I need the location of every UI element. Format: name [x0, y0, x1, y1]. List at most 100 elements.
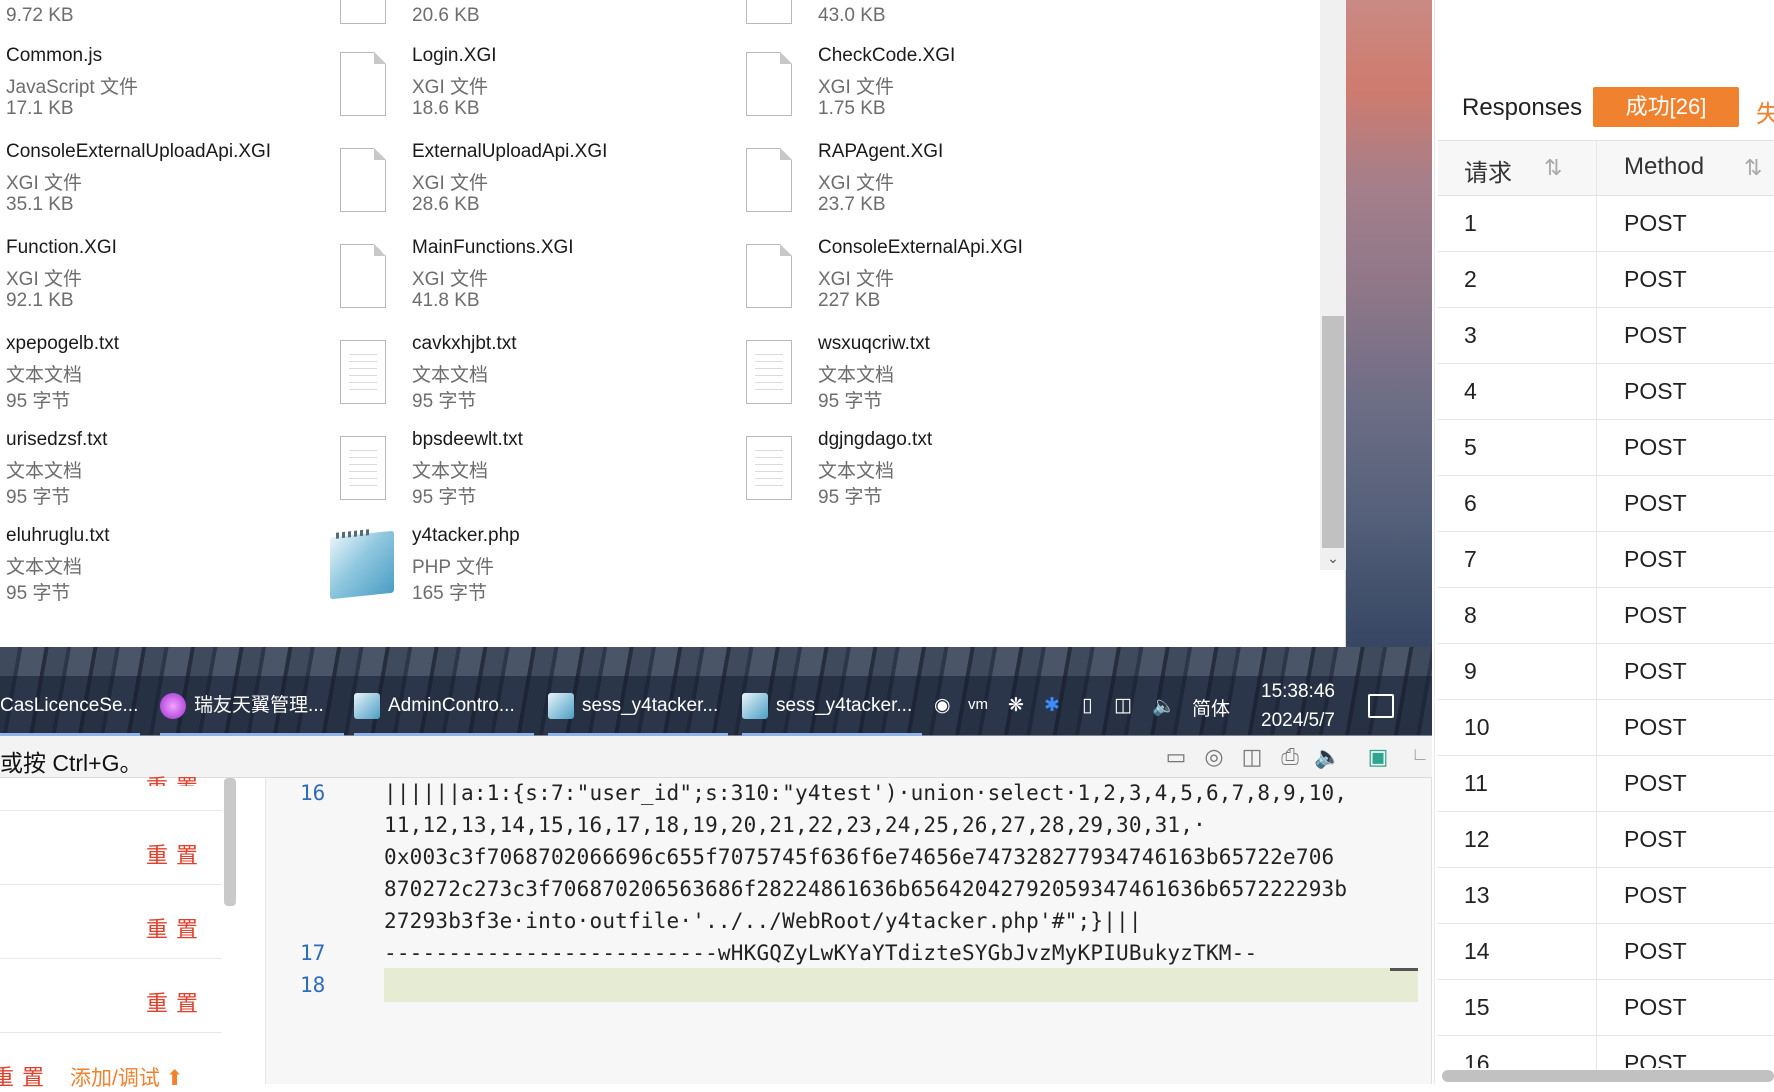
- taskbar-app-sess-1[interactable]: sess_y4tacker...: [548, 676, 728, 736]
- file-name: Function.XGI: [6, 237, 117, 258]
- file-item-dgjngdago-txt[interactable]: dgjngdago.txt 文本文档 95 字节: [818, 429, 1198, 519]
- file-item-cavkxhjbt-txt[interactable]: cavkxhjbt.txt 文本文档 95 字节: [412, 333, 792, 423]
- file-item-bpsdeewlt-txt[interactable]: bpsdeewlt.txt 文本文档 95 字节: [412, 429, 792, 519]
- file-size: 95 字节: [412, 391, 477, 412]
- request-id: 1: [1464, 210, 1477, 236]
- notepad-icon: [330, 530, 394, 600]
- table-row[interactable]: 10 POST: [1438, 700, 1774, 756]
- file-name: dgjngdago.txt: [818, 429, 933, 450]
- scroll-position-marker: [1390, 968, 1418, 971]
- column-header-method[interactable]: Method: [1624, 153, 1704, 181]
- file-item-login-xgi[interactable]: Login.XGI XGI 文件 18.6 KB: [412, 45, 792, 135]
- sticky-note-icon[interactable]: ▣: [1364, 744, 1392, 770]
- explorer-scrollbar-thumb[interactable]: [1322, 316, 1344, 548]
- file-type: 文本文档: [412, 461, 489, 482]
- file-name: y4tacker.php: [412, 525, 520, 546]
- table-row[interactable]: 12 POST: [1438, 812, 1774, 868]
- taskbar-app-caslicence[interactable]: CasLicenceSe...: [0, 676, 140, 736]
- file-size: 95 字节: [6, 391, 71, 412]
- table-row[interactable]: 11 POST: [1438, 756, 1774, 812]
- file-item-consoleexternaluploadapi-xgi[interactable]: ConsoleExternalUploadApi.XGI XGI 文件 35.1…: [6, 141, 386, 231]
- usb-drive-icon[interactable]: ▯: [1082, 694, 1092, 717]
- table-row[interactable]: 9 POST: [1438, 644, 1774, 700]
- file-item-wsxuqcriw-txt[interactable]: wsxuqcriw.txt 文本文档 95 字节: [818, 333, 1198, 423]
- bluetooth-icon[interactable]: ✱: [1044, 694, 1060, 717]
- table-row[interactable]: 1 POST: [1438, 196, 1774, 252]
- scroll-down-arrow-icon[interactable]: ⌄: [1322, 548, 1344, 568]
- table-row[interactable]: 13 POST: [1438, 868, 1774, 924]
- network-icon[interactable]: ◫: [1114, 694, 1132, 717]
- file-item-rapagent-xgi[interactable]: RAPAgent.XGI XGI 文件 23.7 KB: [818, 141, 1198, 231]
- file-type: XGI 文件: [818, 77, 895, 98]
- table-row[interactable]: 15 POST: [1438, 980, 1774, 1036]
- column-header-request[interactable]: 请求: [1464, 153, 1512, 188]
- file-icon: [340, 0, 386, 24]
- ruiyou-tray-icon[interactable]: ◉: [934, 694, 951, 717]
- reset-button[interactable]: 重置: [146, 770, 206, 786]
- reset-button[interactable]: 重置: [146, 986, 206, 1018]
- table-row[interactable]: 2 POST: [1438, 252, 1774, 308]
- volume-icon[interactable]: 🔈: [1152, 694, 1176, 718]
- drive-icon[interactable]: ▭: [1162, 744, 1190, 770]
- table-row[interactable]: 5 POST: [1438, 420, 1774, 476]
- file-type: XGI 文件: [412, 269, 489, 290]
- table-row[interactable]: 3 POST: [1438, 308, 1774, 364]
- file-item-function-xgi[interactable]: Function.XGI XGI 文件 92.1 KB: [6, 237, 386, 327]
- color-dots-tray-icon[interactable]: ❋: [1008, 694, 1024, 717]
- ime-indicator[interactable]: 简体: [1192, 694, 1230, 721]
- sort-icon[interactable]: ⇅: [1544, 155, 1562, 181]
- file-item-checkcode-xgi[interactable]: CheckCode.XGI XGI 文件 1.75 KB: [818, 45, 1198, 135]
- failed-filter-tab[interactable]: 失: [1756, 94, 1774, 129]
- taskbar-app-sess-2[interactable]: sess_y4tacker...: [742, 676, 922, 736]
- file-item-common-js[interactable]: Common.js JavaScript 文件 17.1 KB: [6, 45, 386, 135]
- taskbar-clock-date[interactable]: 2024/5/7: [1248, 710, 1348, 732]
- printer-icon[interactable]: ⎙: [1276, 744, 1304, 770]
- request-method: POST: [1624, 882, 1687, 908]
- request-id: 13: [1464, 882, 1490, 908]
- file-item-urisedzsf-txt[interactable]: urisedzsf.txt 文本文档 95 字节: [6, 429, 386, 519]
- file-item-eluhruglu-txt[interactable]: eluhruglu.txt 文本文档 95 字节: [6, 525, 386, 615]
- table-row[interactable]: 8 POST: [1438, 588, 1774, 644]
- file-item-y4tacker-php[interactable]: y4tacker.php PHP 文件 165 字节: [412, 525, 792, 615]
- file-size: 17.1 KB: [6, 98, 74, 119]
- taskbar-clock-time[interactable]: 15:38:46: [1248, 681, 1348, 703]
- text-file-icon: [746, 436, 792, 500]
- table-row[interactable]: 7 POST: [1438, 532, 1774, 588]
- responses-horizontal-scrollbar[interactable]: [1442, 1070, 1774, 1082]
- file-name: RAPAgent.XGI: [818, 141, 944, 162]
- file-size: 20.6 KB: [412, 5, 480, 26]
- reset-button[interactable]: 重置: [0, 1060, 52, 1092]
- sort-icon[interactable]: ⇅: [1744, 155, 1762, 181]
- vmware-tray-icon[interactable]: vm: [968, 696, 988, 713]
- file-size: 28.6 KB: [412, 194, 480, 215]
- file-item-xpepogelb-txt[interactable]: xpepogelb.txt 文本文档 95 字节: [6, 333, 386, 423]
- file-item-externaluploadapi-xgi[interactable]: ExternalUploadApi.XGI XGI 文件 28.6 KB: [412, 141, 792, 231]
- table-row[interactable]: 6 POST: [1438, 476, 1774, 532]
- taskbar-app-ruiyou[interactable]: 瑞友天翼管理...: [160, 676, 344, 736]
- audio-icon[interactable]: 🔈: [1314, 744, 1342, 770]
- reset-button[interactable]: 重置: [146, 838, 206, 870]
- file-type: PHP 文件: [412, 557, 495, 578]
- file-type: XGI 文件: [818, 173, 895, 194]
- request-id: 11: [1464, 770, 1488, 796]
- reset-button[interactable]: 重置: [146, 912, 206, 944]
- request-method: POST: [1624, 770, 1687, 796]
- taskbar-app-admincontrol[interactable]: AdminContro...: [354, 676, 534, 736]
- table-row[interactable]: 16 POST: [1438, 1036, 1774, 1068]
- notepad-icon: [548, 692, 574, 719]
- add-debug-link[interactable]: 添加/调试 ⬆: [70, 1062, 183, 1092]
- resize-grip-icon[interactable]: ∟: [1406, 744, 1434, 770]
- request-method: POST: [1624, 1050, 1687, 1068]
- file-item-mainfunctions-xgi[interactable]: MainFunctions.XGI XGI 文件 41.8 KB: [412, 237, 792, 327]
- file-item-consoleexternalapi-xgi[interactable]: ConsoleExternalApi.XGI XGI 文件 227 KB: [818, 237, 1198, 327]
- notepad-icon: [742, 692, 768, 719]
- network-share-icon[interactable]: ◫: [1238, 744, 1266, 770]
- table-row[interactable]: 4 POST: [1438, 364, 1774, 420]
- left-panel-scrollbar[interactable]: [224, 778, 236, 906]
- notification-center-icon[interactable]: [1368, 694, 1394, 718]
- request-id: 3: [1464, 322, 1477, 348]
- document-icon: [746, 148, 792, 212]
- success-filter-tab[interactable]: 成功[26]: [1593, 87, 1739, 127]
- disc-icon[interactable]: ◎: [1200, 744, 1228, 770]
- table-row[interactable]: 14 POST: [1438, 924, 1774, 980]
